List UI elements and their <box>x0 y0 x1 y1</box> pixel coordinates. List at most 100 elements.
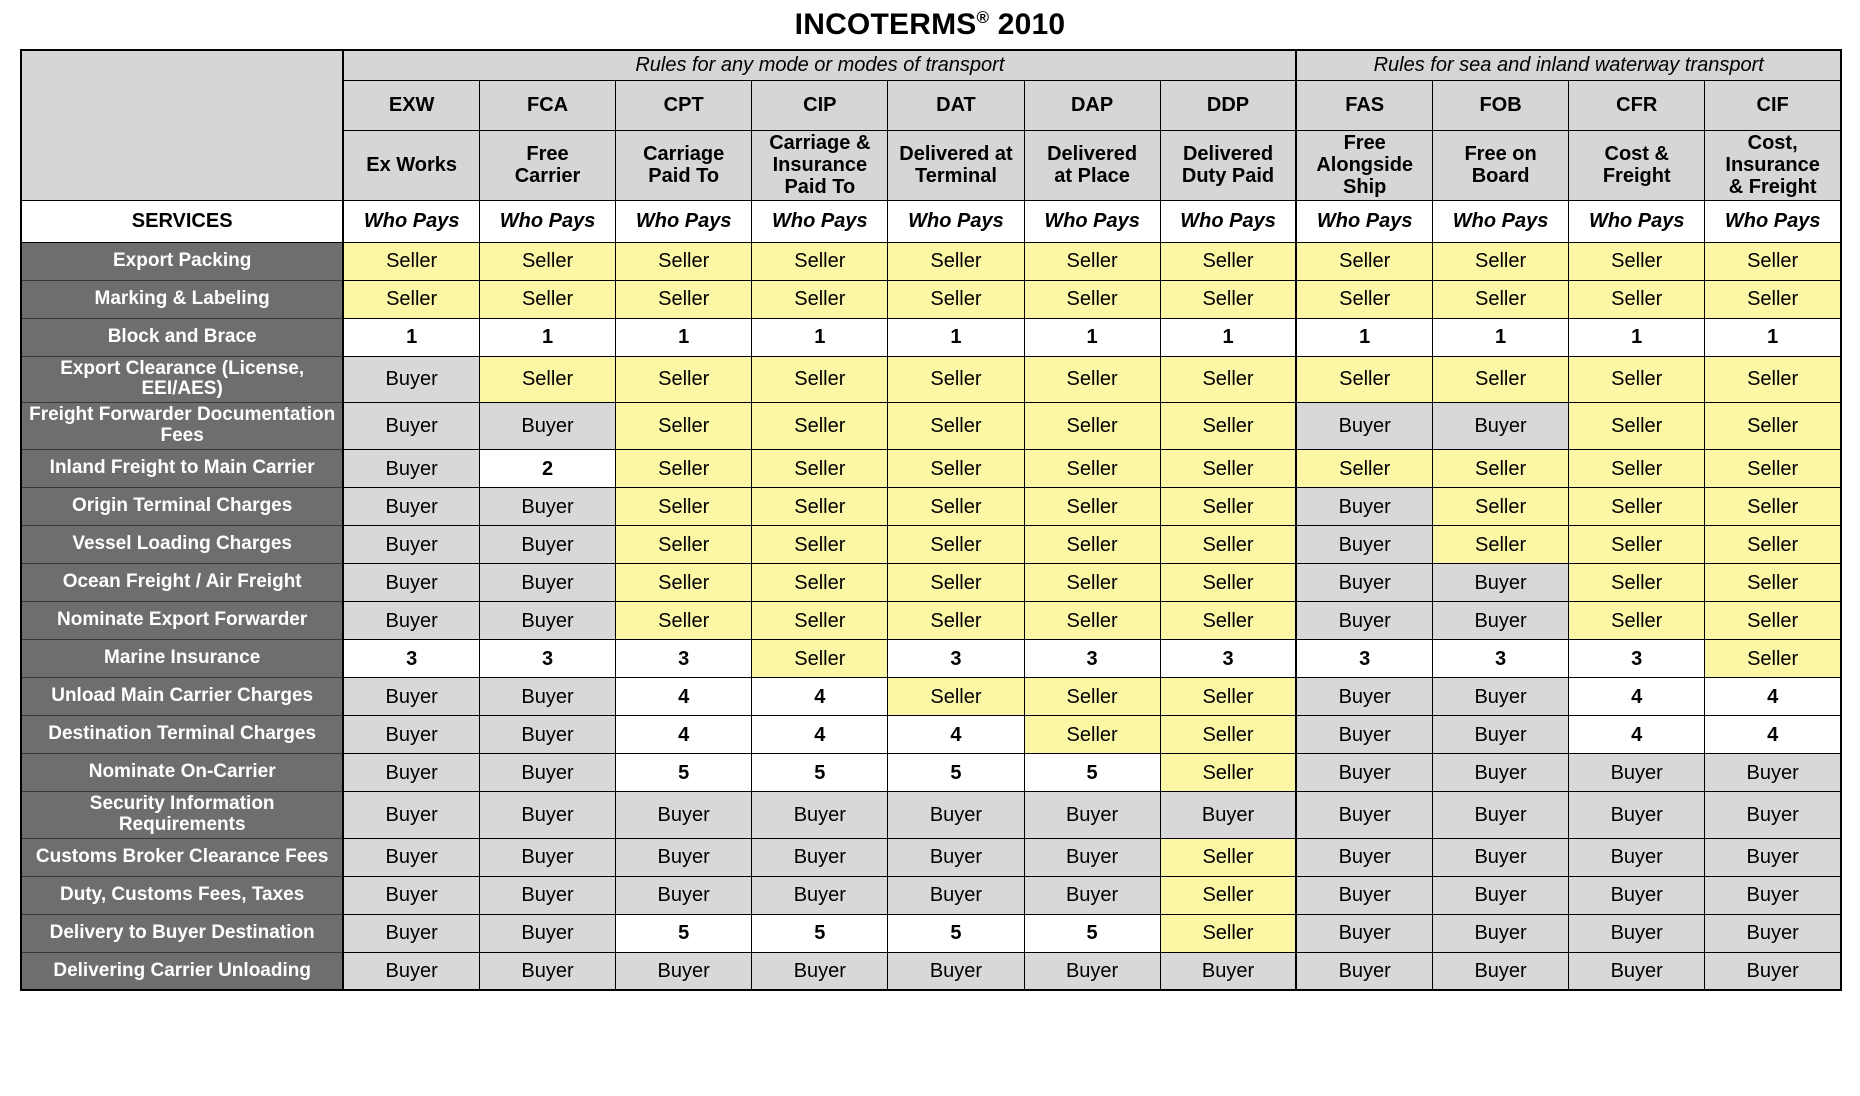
registered-trademark-icon: ® <box>976 8 990 27</box>
term-name-cpt: Carriage Paid To <box>615 129 753 201</box>
cell-fca: Buyer <box>478 753 617 793</box>
row-label: Export Clearance (License, EEI/AES) <box>20 355 345 404</box>
cell-cip: Seller <box>751 449 889 489</box>
cell-cpt: 3 <box>615 639 753 679</box>
who-pays-cip: Who Pays <box>751 199 889 243</box>
table-row: Nominate On-Carrier Buyer Buyer 5 5 5 5 Seller B… <box>20 753 1842 793</box>
cell-fca: Buyer <box>478 715 617 755</box>
cell-cif: Buyer <box>1704 753 1842 793</box>
page-title: INCOTERMS® 2010 <box>0 0 1860 41</box>
cell-fob: Buyer <box>1432 677 1570 717</box>
cell-cfr: Buyer <box>1568 791 1706 839</box>
cell-exw: 1 <box>342 317 480 357</box>
cell-fca: Buyer <box>478 487 617 527</box>
row-label: Destination Terminal Charges <box>20 715 345 755</box>
cell-cfr: 1 <box>1568 317 1706 357</box>
cell-fas: Buyer <box>1295 525 1434 565</box>
title-year: 2010 <box>997 8 1066 41</box>
row-label: Ocean Freight / Air Freight <box>20 563 345 603</box>
cell-cpt: Seller <box>615 487 753 527</box>
who-pays-fob: Who Pays <box>1432 199 1570 243</box>
cell-dap: Seller <box>1023 487 1161 527</box>
cell-cif: Buyer <box>1704 875 1842 915</box>
term-name-dat: Delivered at Terminal <box>887 129 1025 201</box>
row-label: Delivering Carrier Unloading <box>20 951 345 991</box>
cell-cip: Buyer <box>751 875 889 915</box>
cell-dap: Buyer <box>1023 837 1161 877</box>
cell-fob: Buyer <box>1432 875 1570 915</box>
cell-ddp: Buyer <box>1159 951 1297 991</box>
cell-cfr: Seller <box>1568 563 1706 603</box>
cell-fas: Seller <box>1295 241 1434 281</box>
cell-cif: Buyer <box>1704 951 1842 991</box>
cell-cif: Seller <box>1704 402 1842 451</box>
cell-dat: Buyer <box>887 791 1025 839</box>
cell-exw: 3 <box>342 639 480 679</box>
cell-ddp: Seller <box>1159 601 1297 641</box>
table-row: Export Clearance (License, EEI/AES) Buyer… <box>20 355 1842 404</box>
cell-cif: Buyer <box>1704 791 1842 839</box>
cell-cip: 1 <box>751 317 889 357</box>
cell-dat: Seller <box>887 355 1025 404</box>
cell-cip: Seller <box>751 241 889 281</box>
term-name-fob: Free on Board <box>1432 129 1570 201</box>
cell-dat: Seller <box>887 601 1025 641</box>
term-code-cfr: CFR <box>1568 79 1706 131</box>
cell-cip: Seller <box>751 402 889 451</box>
cell-exw: Buyer <box>342 677 480 717</box>
cell-dap: Seller <box>1023 563 1161 603</box>
who-pays-cpt: Who Pays <box>615 199 753 243</box>
cell-exw: Buyer <box>342 837 480 877</box>
term-code-fas: FAS <box>1295 79 1434 131</box>
cell-dap: 5 <box>1023 913 1161 953</box>
header-blank-corner <box>20 49 345 201</box>
cell-fas: Buyer <box>1295 677 1434 717</box>
incoterms-page: INCOTERMS® 2010 Rules for any mode or mo… <box>0 0 1860 1096</box>
cell-fob: Seller <box>1432 525 1570 565</box>
cell-dap: Seller <box>1023 402 1161 451</box>
cell-cpt: 4 <box>615 715 753 755</box>
cell-dat: Seller <box>887 487 1025 527</box>
cell-fob: Seller <box>1432 487 1570 527</box>
cell-fob: 1 <box>1432 317 1570 357</box>
cell-cfr: Seller <box>1568 487 1706 527</box>
cell-fca: Buyer <box>478 525 617 565</box>
row-label: Nominate Export Forwarder <box>20 601 345 641</box>
cell-dap: 3 <box>1023 639 1161 679</box>
cell-dat: 5 <box>887 753 1025 793</box>
cell-fca: Buyer <box>478 913 617 953</box>
row-label: Inland Freight to Main Carrier <box>20 449 345 489</box>
cell-exw: Buyer <box>342 753 480 793</box>
cell-cfr: Buyer <box>1568 875 1706 915</box>
cell-fas: Buyer <box>1295 913 1434 953</box>
cell-dat: 1 <box>887 317 1025 357</box>
cell-dap: Buyer <box>1023 951 1161 991</box>
cell-dat: Buyer <box>887 837 1025 877</box>
row-label: Nominate On-Carrier <box>20 753 345 793</box>
term-code-cip: CIP <box>751 79 889 131</box>
cell-dap: Seller <box>1023 525 1161 565</box>
cell-dap: 5 <box>1023 753 1161 793</box>
cell-cfr: Buyer <box>1568 837 1706 877</box>
title-main: INCOTERMS <box>794 8 977 41</box>
table-row: Delivery to Buyer Destination Buyer Buyer 5… <box>20 913 1842 953</box>
cell-cif: Seller <box>1704 487 1842 527</box>
term-name-exw: Ex Works <box>342 129 480 201</box>
cell-cif: 4 <box>1704 715 1842 755</box>
cell-exw: Buyer <box>342 487 480 527</box>
cell-fca: Buyer <box>478 951 617 991</box>
term-name-ddp: Delivered Duty Paid <box>1159 129 1297 201</box>
cell-cip: 4 <box>751 715 889 755</box>
cell-cif: Seller <box>1704 563 1842 603</box>
cell-fas: 3 <box>1295 639 1434 679</box>
term-name-cip: Carriage & Insurance Paid To <box>751 129 889 201</box>
cell-fca: 2 <box>478 449 617 489</box>
cell-fob: Buyer <box>1432 601 1570 641</box>
cell-exw: Buyer <box>342 913 480 953</box>
cell-fob: 3 <box>1432 639 1570 679</box>
cell-cip: Seller <box>751 355 889 404</box>
term-name-cif: Cost, Insurance & Freight <box>1704 129 1842 201</box>
table-row: Vessel Loading Charges Buyer Buyer Seller Se… <box>20 525 1842 565</box>
cell-dat: 3 <box>887 639 1025 679</box>
row-label: Block and Brace <box>20 317 345 357</box>
